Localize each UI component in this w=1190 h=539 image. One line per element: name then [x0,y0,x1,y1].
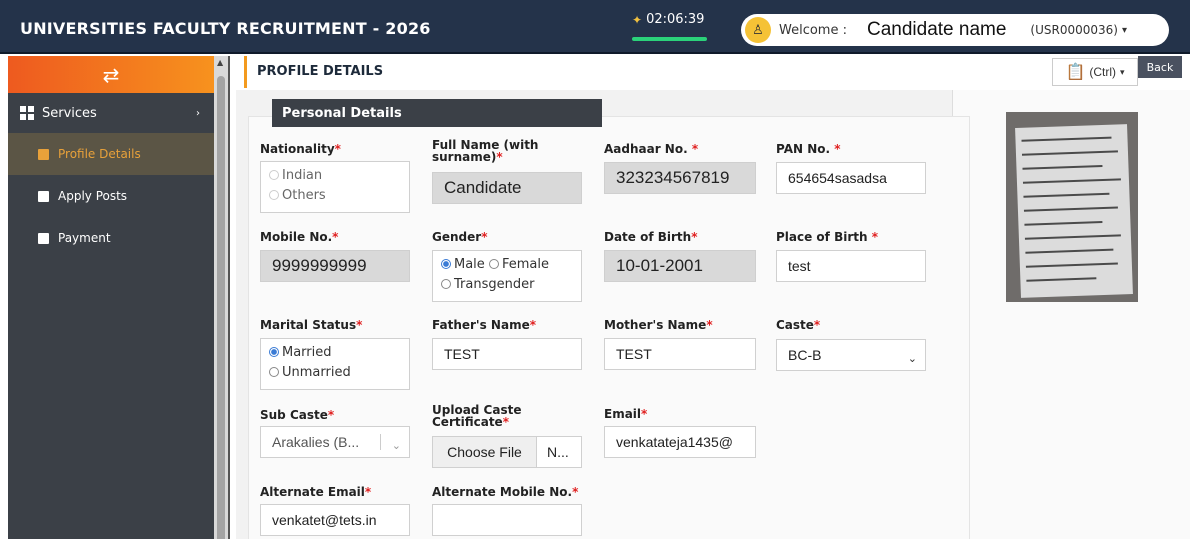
alt-mobile-label: Alternate Mobile No.* [432,485,579,499]
app-title: UNIVERSITIES FACULTY RECRUITMENT - 2026 [20,19,431,38]
nationality-label: Nationality* [260,142,341,156]
pan-label: PAN No. * [776,142,841,156]
pan-field[interactable]: 654654sasadsa [776,162,926,194]
chevron-down-icon: ⌄ [907,353,917,365]
email-field[interactable]: venkatateja1435@ [604,426,756,458]
candidate-photo[interactable] [1006,112,1138,302]
sidebar-scrollbar[interactable]: ▲ [214,56,228,539]
nationality-radio-group[interactable]: Indian Others [260,161,410,213]
chevron-down-icon: ▾ [1121,24,1127,36]
father-name-field[interactable]: TEST [432,338,582,370]
clipboard-icon: 📋 [1065,64,1086,81]
section-header: Personal Details [272,99,602,127]
divider [228,56,230,539]
mobile-field[interactable]: 9999999999 [260,250,410,282]
paste-options-button[interactable]: 📋 (Ctrl) ▾ [1052,58,1138,86]
square-icon [38,148,49,160]
sidebar-item-services[interactable]: Services › [8,93,214,133]
marital-status-label: Marital Status* [260,318,363,332]
father-name-label: Father's Name* [432,318,536,332]
document-image [1015,124,1133,298]
top-header: UNIVERSITIES FACULTY RECRUITMENT - 2026 … [0,0,1190,54]
marital-option-unmarried[interactable]: Unmarried [269,363,401,383]
full-name-label: Full Name (with surname)* [432,138,539,164]
user-avatar-icon: ♙ [745,17,771,43]
marital-option-married[interactable]: Married [269,343,401,363]
candidate-name: Candidate name [866,19,1007,40]
mother-name-field[interactable]: TEST [604,338,756,370]
mobile-label: Mobile No.* [260,230,339,244]
file-name-label: N... [547,444,569,460]
swap-arrows-icon: ⇄ [102,62,120,87]
gender-option-female[interactable]: Female [488,257,549,272]
caste-select[interactable]: BC-B ⌄ [776,339,926,371]
square-icon [38,232,49,244]
timer-value: 02:06:39 [646,12,705,27]
dob-label: Date of Birth* [604,230,698,244]
aadhaar-label: Aadhaar No. * [604,142,699,156]
welcome-label: Welcome : [779,22,847,38]
timer-progress-bar [632,37,707,41]
nationality-option-others[interactable]: Others [269,186,401,206]
alt-mobile-field[interactable] [432,504,582,536]
gender-option-male[interactable]: Male [441,257,485,272]
aadhaar-field[interactable]: 323234567819 [604,162,756,194]
caste-certificate-label: Upload Caste Certificate* [432,403,522,429]
caste-label: Caste* [776,318,821,332]
back-button[interactable]: Back [1138,56,1182,78]
choose-file-button[interactable]: Choose File [433,437,537,467]
user-menu[interactable]: ♙ Welcome : Candidate name (USR0000036) … [741,14,1169,46]
place-of-birth-label: Place of Birth * [776,230,879,244]
sub-caste-value: Arakalies (B... [272,434,360,450]
alt-email-field[interactable]: venkatet@tets.in [260,504,410,536]
page-title: PROFILE DETAILS [257,64,384,79]
nationality-option-indian[interactable]: Indian [269,166,401,186]
email-label: Email* [604,407,648,421]
sidebar-item-label: Apply Posts [58,189,128,203]
alt-email-label: Alternate Email* [260,485,372,499]
full-name-field[interactable]: Candidate [432,172,582,204]
sidebar-toggle-button[interactable]: ⇄ [8,56,214,93]
chevron-down-icon: ⌄ [391,440,401,452]
place-of-birth-field[interactable]: test [776,250,926,282]
main-content: PROFILE DETAILS 📋 (Ctrl) ▾ Back Personal… [232,56,1190,539]
sub-caste-label: Sub Caste* [260,408,335,422]
user-id: (USR0000036) [1030,23,1118,37]
grid-icon [20,106,34,120]
dob-field[interactable]: 10-01-2001 [604,250,756,282]
timer-icon: ✦ [632,12,643,27]
sidebar-item-payment[interactable]: Payment [8,217,214,259]
sidebar-item-label: Profile Details [58,147,141,161]
chevron-down-icon: ▾ [1120,66,1125,77]
square-icon [38,190,49,202]
sidebar-item-profile-details[interactable]: Profile Details [8,133,214,175]
caste-certificate-file-input[interactable]: Choose File N... [432,436,582,468]
marital-status-radio-group[interactable]: Married Unmarried [260,338,410,390]
mother-name-label: Mother's Name* [604,318,713,332]
gender-label: Gender* [432,230,488,244]
gender-radio-group[interactable]: Male Female Transgender [432,250,582,302]
chevron-right-icon: › [196,107,200,119]
sidebar-item-apply-posts[interactable]: Apply Posts [8,175,214,217]
page-title-bar: PROFILE DETAILS [244,56,1184,88]
sidebar-item-label: Payment [58,231,111,245]
sub-caste-select[interactable]: Arakalies (B... ⌄ [260,426,410,458]
scrollbar-thumb[interactable] [217,76,225,539]
caste-value: BC-B [788,347,822,363]
sidebar: ⇄ Services › Profile Details Apply Posts… [8,56,214,539]
sidebar-item-label: Services [42,105,97,121]
gender-option-transgender[interactable]: Transgender [441,275,573,295]
ctrl-label: (Ctrl) [1089,65,1117,79]
scroll-up-icon[interactable]: ▲ [217,58,223,67]
session-timer: ✦ 02:06:39 [632,12,704,27]
